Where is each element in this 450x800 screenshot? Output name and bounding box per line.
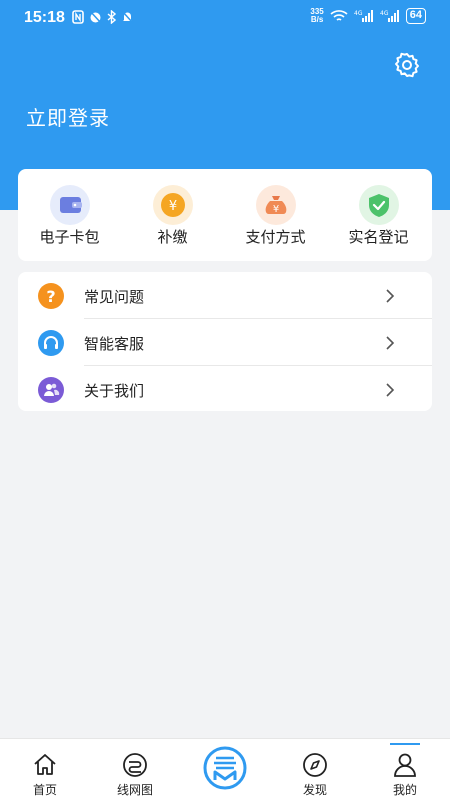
status-left-icons bbox=[72, 10, 134, 24]
battery-indicator: 64 bbox=[405, 8, 426, 24]
quick-action-label: 实名登记 bbox=[348, 229, 409, 246]
signal-2-icon: 4G bbox=[380, 10, 399, 22]
svg-text:¥: ¥ bbox=[272, 204, 278, 215]
tab-label: 线网图 bbox=[116, 783, 153, 797]
home-icon bbox=[34, 754, 56, 775]
bluetooth-icon bbox=[107, 10, 116, 24]
route-map-icon bbox=[123, 753, 147, 777]
tab-label: 我的 bbox=[392, 783, 417, 797]
svg-text:4G: 4G bbox=[380, 10, 389, 17]
menu-item-label: 常见问题 bbox=[84, 289, 145, 306]
active-tab-indicator bbox=[390, 743, 420, 745]
headset-icon bbox=[38, 330, 64, 356]
money-bag-icon: ¥ bbox=[255, 185, 296, 225]
svg-text:4G: 4G bbox=[354, 10, 363, 17]
tab-label: 发现 bbox=[302, 783, 327, 797]
svg-text:¥: ¥ bbox=[168, 199, 176, 214]
status-bar: 15:18 335 B/s 4G 4G 64 bbox=[0, 0, 450, 36]
tab-discover[interactable]: 发现 bbox=[270, 739, 360, 800]
quick-action-payment-method[interactable]: ¥ 支付方式 bbox=[224, 169, 327, 261]
quick-action-label: 电子卡包 bbox=[39, 229, 100, 246]
quick-action-label: 支付方式 bbox=[245, 229, 306, 246]
shield-check-icon bbox=[358, 185, 399, 225]
user-icon bbox=[394, 753, 416, 777]
tab-label: 首页 bbox=[32, 783, 57, 797]
wallet-icon bbox=[49, 185, 90, 225]
quick-action-e-card-wallet[interactable]: 电子卡包 bbox=[18, 169, 121, 261]
svg-text:?: ? bbox=[46, 287, 55, 306]
menu-item-smart-service[interactable]: 智能客服 bbox=[18, 319, 432, 365]
people-icon bbox=[38, 377, 64, 403]
settings-gear-icon[interactable] bbox=[394, 52, 420, 78]
menu-list-card: ? 常见问题 智能客服 关于我们 bbox=[18, 272, 432, 411]
yuan-coin-icon: ¥ bbox=[152, 185, 193, 225]
signal-1-icon: 4G bbox=[354, 10, 373, 22]
quick-action-label: 补缴 bbox=[157, 229, 188, 246]
status-time: 15:18 bbox=[24, 9, 65, 26]
quick-action-repay[interactable]: ¥ 补缴 bbox=[121, 169, 224, 261]
mute-icon bbox=[121, 10, 134, 24]
status-right: 335 B/s 4G 4G 64 bbox=[310, 8, 426, 24]
menu-item-about-us[interactable]: 关于我们 bbox=[18, 366, 432, 412]
nfc-icon bbox=[72, 10, 84, 24]
quick-action-real-name[interactable]: 实名登记 bbox=[327, 169, 430, 261]
tab-center-logo[interactable] bbox=[180, 739, 270, 800]
chevron-right-icon bbox=[386, 336, 395, 350]
tab-home[interactable]: 首页 bbox=[0, 739, 90, 800]
menu-item-label: 智能客服 bbox=[84, 336, 145, 353]
chevron-right-icon bbox=[386, 289, 395, 303]
wifi-icon bbox=[330, 10, 348, 21]
menu-item-label: 关于我们 bbox=[84, 383, 145, 400]
question-icon: ? bbox=[38, 283, 64, 309]
bottom-tab-bar: 首页 线网图 发现 我的 bbox=[0, 738, 450, 800]
net-speed-unit: B/s bbox=[310, 15, 324, 24]
compass-icon bbox=[303, 753, 327, 777]
chevron-right-icon bbox=[386, 383, 395, 397]
alarm-off-icon bbox=[89, 10, 102, 24]
login-link[interactable]: 立即登录 bbox=[26, 102, 110, 131]
menu-item-faq[interactable]: ? 常见问题 bbox=[18, 272, 432, 318]
quick-actions-card: 电子卡包 ¥ 补缴 ¥ 支付方式 实名登记 bbox=[18, 169, 432, 261]
net-speed: 335 B/s bbox=[310, 8, 323, 24]
metro-logo-icon bbox=[203, 746, 247, 790]
tab-mine[interactable]: 我的 bbox=[360, 739, 450, 800]
tab-route-map[interactable]: 线网图 bbox=[90, 739, 180, 800]
